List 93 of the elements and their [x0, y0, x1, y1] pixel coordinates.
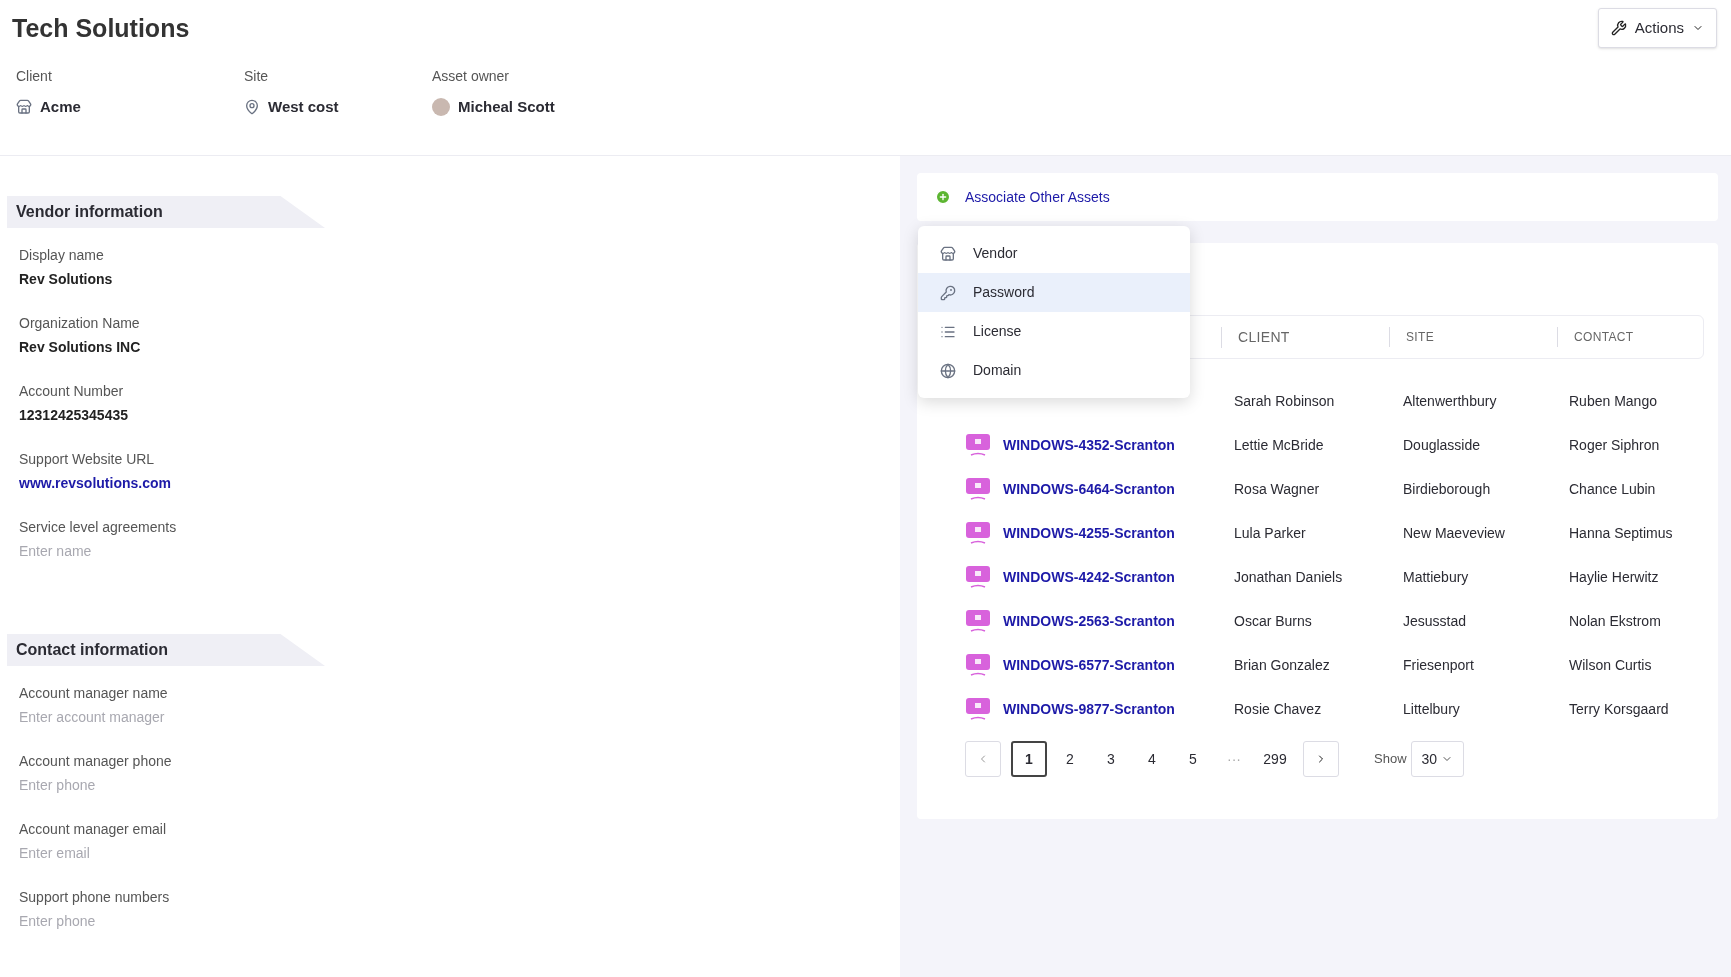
field-label: Account manager phone: [19, 752, 173, 771]
meta-value: Micheal Scott: [458, 97, 555, 117]
plus-icon: [935, 189, 951, 205]
table-cell-text: Terry Korsgaard: [1568, 699, 1669, 719]
column-header: CONTACT: [1574, 330, 1634, 345]
meta-value: Acme: [40, 97, 81, 117]
asset-link[interactable]: WINDOWS-4242-Scranton: [1003, 566, 1175, 588]
next-page-button[interactable]: [1303, 741, 1339, 777]
table-cell-text: Douglasside: [1402, 435, 1482, 455]
asset-link[interactable]: WINDOWS-4352-Scranton: [1003, 434, 1175, 456]
field-value: 12312425345435: [19, 406, 129, 425]
input-field[interactable]: Enter email: [19, 843, 279, 864]
asset-link[interactable]: WINDOWS-2563-Scranton: [1003, 610, 1175, 632]
table-cell-text: Mattiebury: [1402, 567, 1470, 587]
store-icon: [940, 245, 956, 262]
monitor-icon: [965, 652, 991, 678]
page-button[interactable]: 4: [1134, 741, 1170, 777]
input-field[interactable]: Enter name: [19, 541, 279, 562]
monitor-icon: [965, 520, 991, 546]
field-value: Rev Solutions: [19, 270, 114, 289]
table-cell-text: Wilson Curtis: [1568, 655, 1652, 675]
field-label: Support Website URL: [19, 450, 156, 469]
section-header: Contact information: [7, 634, 325, 666]
monitor-icon: [965, 608, 991, 634]
page-size-select[interactable]: 30: [1410, 741, 1465, 777]
table-cell-text: Nolan Ekstrom: [1568, 611, 1661, 631]
meta-label: Site: [244, 67, 270, 86]
monitor-icon: [965, 564, 991, 590]
column-header: SITE: [1406, 330, 1434, 345]
table-cell-text: Rosa Wagner: [1233, 479, 1321, 499]
pin-icon: [244, 99, 260, 116]
table-cell-text: Jesusstad: [1402, 611, 1468, 631]
table-cell-text: Birdieborough: [1402, 479, 1492, 499]
menu-item[interactable]: Vendor: [918, 234, 1190, 273]
website-link[interactable]: www.revsolutions.com: [19, 473, 900, 494]
monitor-icon: [965, 696, 991, 722]
field-label: Account Number: [19, 382, 125, 401]
page-button[interactable]: 2: [1052, 741, 1088, 777]
ellipsis: ···: [1226, 749, 1242, 769]
menu-item[interactable]: Domain: [918, 351, 1190, 390]
page-button[interactable]: 299: [1257, 741, 1293, 777]
table-cell-text: Oscar Burns: [1233, 611, 1313, 631]
show-label: Show: [1374, 750, 1407, 769]
field-label: Organization Name: [19, 314, 141, 333]
column-header: CLIENT: [1238, 328, 1290, 345]
associate-button[interactable]: Associate Other Assets: [935, 186, 1110, 208]
avatar-icon: [432, 98, 450, 117]
page-button[interactable]: 3: [1093, 741, 1129, 777]
asset-link[interactable]: WINDOWS-6577-Scranton: [1003, 654, 1175, 676]
meta-label: Client: [16, 67, 53, 86]
page-title: Tech Solutions: [12, 13, 190, 44]
actions-button[interactable]: Actions: [1597, 8, 1717, 48]
table-cell-text: Lula Parker: [1233, 523, 1307, 543]
table-cell-text: Brian Gonzalez: [1233, 655, 1331, 675]
field-label: Account manager name: [19, 684, 169, 703]
table-cell-text: Jonathan Daniels: [1233, 567, 1344, 587]
store-icon: [16, 99, 32, 116]
table-cell-text: Roger Siphron: [1568, 435, 1660, 455]
globe-icon: [940, 362, 956, 379]
input-field[interactable]: Enter phone: [19, 911, 279, 932]
page-button[interactable]: 5: [1175, 741, 1211, 777]
menu-item[interactable]: Password: [918, 273, 1190, 312]
monitor-icon: [965, 476, 991, 502]
field-label: Support phone numbers: [19, 888, 171, 907]
monitor-icon: [965, 432, 991, 458]
meta-label: Asset owner: [432, 67, 511, 86]
table-cell-text: Haylie Herwitz: [1568, 567, 1659, 587]
table-cell-text: Altenwerthbury: [1402, 391, 1498, 411]
page-button[interactable]: 1: [1011, 741, 1047, 777]
table-cell-text: Ruben Mango: [1568, 391, 1657, 411]
asset-link[interactable]: WINDOWS-9877-Scranton: [1003, 698, 1175, 720]
table-cell-text: Friesenport: [1402, 655, 1475, 675]
input-field[interactable]: Enter phone: [19, 775, 279, 796]
meta-value: West cost: [268, 97, 339, 117]
menu-item[interactable]: License: [918, 312, 1190, 351]
input-field[interactable]: Enter account manager: [19, 707, 279, 728]
table-cell-text: Hanna Septimus: [1568, 523, 1673, 543]
field-value: Rev Solutions INC: [19, 338, 142, 357]
key-icon: [940, 284, 956, 301]
field-label: Display name: [19, 246, 105, 265]
previous-page-button[interactable]: [965, 741, 1001, 777]
section-header: Vendor information: [7, 196, 325, 228]
table-cell-text: Rosie Chavez: [1233, 699, 1323, 719]
asset-link[interactable]: WINDOWS-6464-Scranton: [1003, 478, 1175, 500]
table-cell-text: Sarah Robinson: [1233, 391, 1336, 411]
table-cell-text: Littelbury: [1402, 699, 1461, 719]
table-cell-text: Lettie McBride: [1233, 435, 1325, 455]
field-label: Service level agreements: [19, 518, 178, 537]
field-label: Account manager email: [19, 820, 168, 839]
tools-icon: [1610, 20, 1627, 36]
table-cell-text: New Maeveview: [1402, 523, 1506, 543]
asset-link[interactable]: WINDOWS-4255-Scranton: [1003, 522, 1175, 544]
table-cell-text: Chance Lubin: [1568, 479, 1656, 499]
